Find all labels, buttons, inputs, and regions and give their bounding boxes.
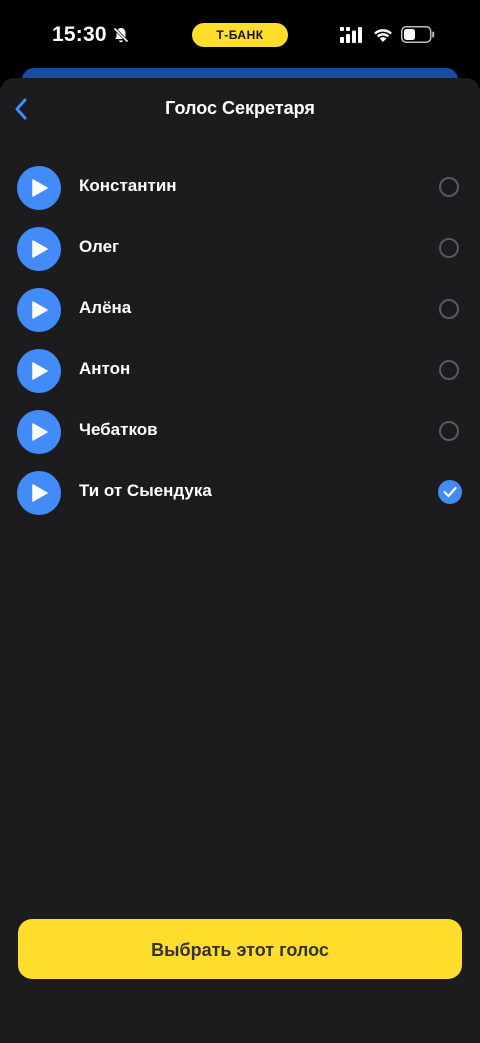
bank-badge[interactable]: Т-БАНК — [192, 23, 288, 47]
play-icon — [32, 362, 48, 380]
radio-selected[interactable] — [438, 480, 462, 504]
play-button[interactable] — [17, 288, 61, 332]
voice-item[interactable]: Ти от Сыендука — [0, 469, 480, 530]
radio-button[interactable] — [439, 421, 459, 441]
signal-icon — [340, 27, 362, 43]
voice-name: Константин — [79, 176, 177, 195]
radio-button[interactable] — [439, 177, 459, 197]
play-button[interactable] — [17, 227, 61, 271]
voice-item[interactable]: Олег — [0, 225, 480, 286]
play-icon — [32, 484, 48, 502]
radio-button[interactable] — [439, 238, 459, 258]
voice-name: Ти от Сыендука — [79, 481, 212, 500]
page-title: Голос Секретаря — [165, 98, 315, 118]
checkmark-icon — [443, 486, 457, 498]
play-icon — [32, 179, 48, 197]
voice-name: Антон — [79, 359, 131, 378]
voice-name: Чебатков — [79, 420, 158, 439]
status-time: 15:30 — [52, 23, 107, 46]
voice-item[interactable]: Константин — [0, 164, 480, 225]
wifi-icon — [374, 29, 392, 42]
play-icon — [32, 423, 48, 441]
radio-button[interactable] — [439, 299, 459, 319]
status-bar: 15:30 Т-БАНК — [0, 0, 480, 70]
voice-name: Алёна — [79, 298, 132, 317]
voice-item[interactable]: Алёна — [0, 286, 480, 347]
play-button[interactable] — [17, 349, 61, 393]
voice-picker-sheet: Голос Секретаря Константин Олег Алёна Антон… — [0, 78, 480, 1043]
play-button[interactable] — [17, 471, 61, 515]
voice-item[interactable]: Антон — [0, 347, 480, 408]
voice-item[interactable]: Чебатков — [0, 408, 480, 469]
play-button[interactable] — [17, 166, 61, 210]
select-voice-button[interactable]: Выбрать этот голос — [18, 919, 462, 979]
radio-button[interactable] — [439, 360, 459, 380]
play-button[interactable] — [17, 410, 61, 454]
voice-list: Константин Олег Алёна Антон Чебатков Ти от Сы… — [0, 164, 480, 530]
play-icon — [32, 301, 48, 319]
bell-muted-icon — [113, 27, 129, 43]
battery-icon — [401, 26, 435, 43]
voice-name: Олег — [79, 237, 120, 256]
play-icon — [32, 240, 48, 258]
